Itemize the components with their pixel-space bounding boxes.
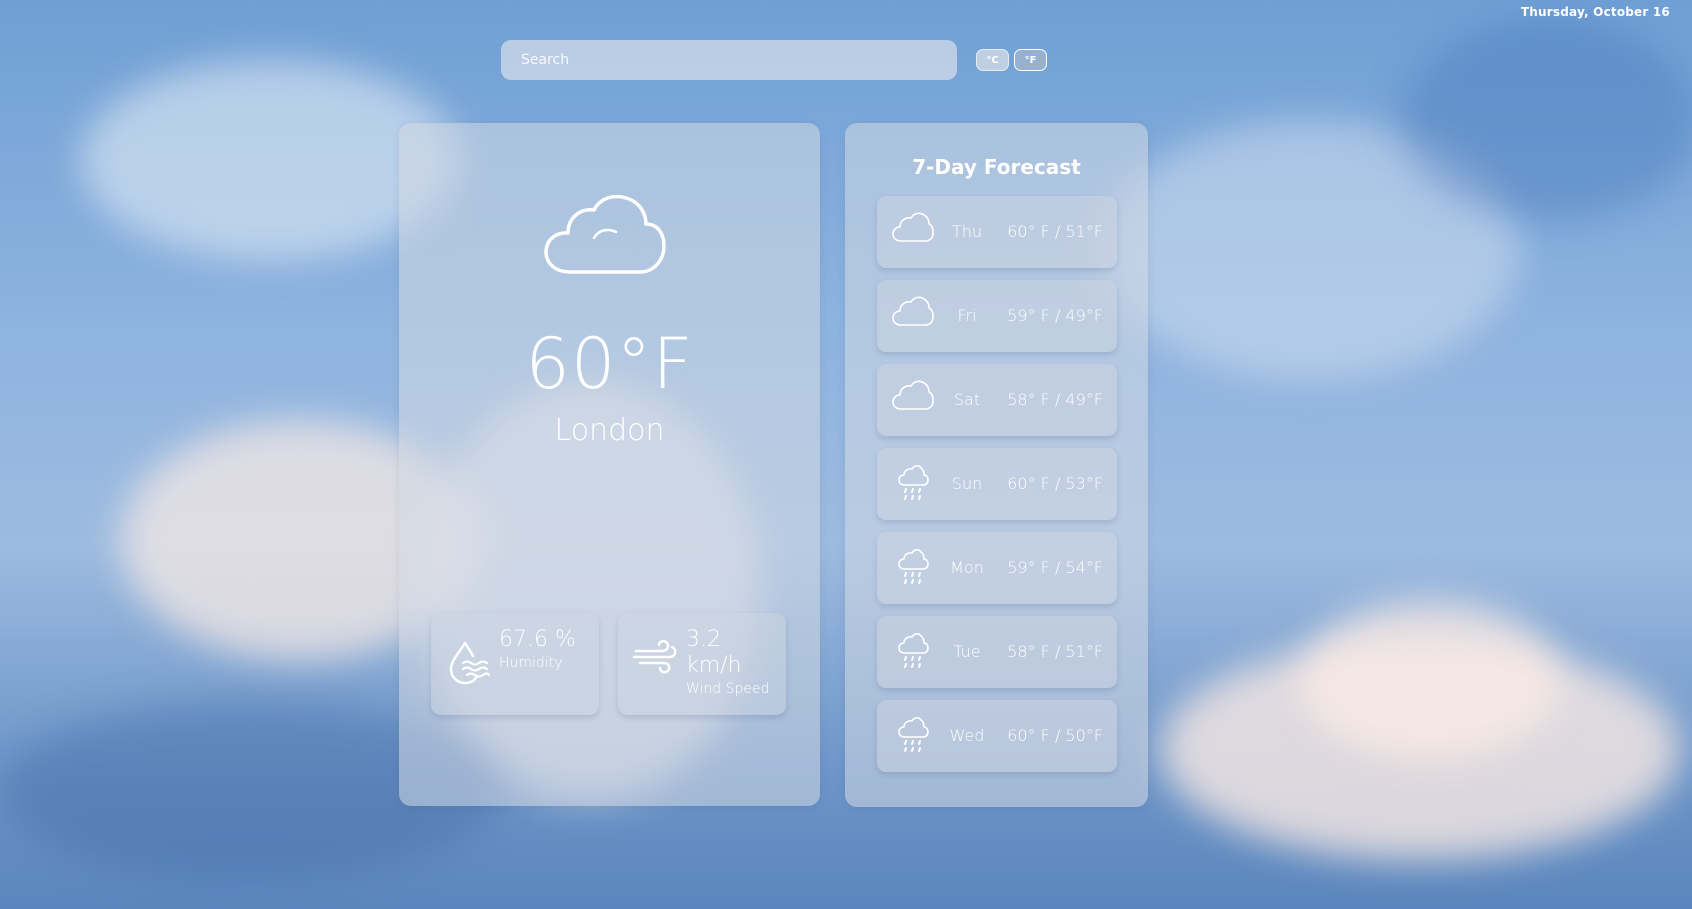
current-date: Thursday, October 16 [1520,5,1670,19]
rain-icon [898,717,929,752]
forecast-temps: 60° F / 50°F [1007,726,1103,745]
humidity-icon [449,641,491,685]
wind-value-number: 3.2 [686,627,721,652]
celsius-button[interactable]: °C [976,49,1009,71]
forecast-day: Thu [951,222,983,241]
wind-label: Wind Speed [686,681,770,697]
forecast-temps: 59° F / 54°F [1007,558,1103,577]
current-weather-card: 60°F London 67.6 % Humidity 3.2 km/h Win… [399,123,820,806]
forecast-row: Fri 59° F / 49°F [877,280,1117,352]
forecast-day: Sat [953,390,981,409]
forecast-title: 7-Day Forecast [912,155,1081,179]
wind-tile: 3.2 km/h Wind Speed [618,613,786,715]
fahrenheit-button[interactable]: °F [1014,49,1047,71]
wind-value: 3.2 km/h [686,627,742,679]
city-name: London [554,413,665,448]
cloud-icon [892,380,934,410]
rain-icon [898,633,929,668]
forecast-temps: 58° F / 49°F [1007,390,1103,409]
forecast-day: Wed [949,726,985,745]
forecast-row: Wed 60° F / 50°F [877,700,1117,772]
forecast-temps: 60° F / 51°F [1007,222,1103,241]
forecast-temps: 58° F / 51°F [1007,642,1103,661]
forecast-day: Mon [950,558,984,577]
search-input[interactable] [501,40,957,80]
forecast-row: Sat 58° F / 49°F [877,364,1117,436]
forecast-row: Tue 58° F / 51°F [877,616,1117,688]
cloud-icon [544,194,666,274]
forecast-temps: 60° F / 53°F [1007,474,1103,493]
humidity-label: Humidity [499,655,563,671]
forecast-day: Sun [951,474,983,493]
forecast-day: Fri [957,306,977,325]
forecast-row: Sun 60° F / 53°F [877,448,1117,520]
current-temperature: 60°F [525,323,694,405]
cloud-icon [892,212,934,242]
forecast-card: 7-Day Forecast Thu 60° F / 51°F Fri 59° … [845,123,1148,807]
humidity-tile: 67.6 % Humidity [431,613,599,715]
rain-icon [898,465,929,500]
forecast-row: Mon 59° F / 54°F [877,532,1117,604]
humidity-value: 67.6 % [499,627,576,652]
wind-icon [632,639,677,674]
forecast-row: Thu 60° F / 51°F [877,196,1117,268]
wind-value-unit: km/h [686,653,742,678]
forecast-temps: 59° F / 49°F [1007,306,1103,325]
cloud-icon [892,296,934,326]
forecast-day: Tue [953,642,981,661]
rain-icon [898,549,929,584]
